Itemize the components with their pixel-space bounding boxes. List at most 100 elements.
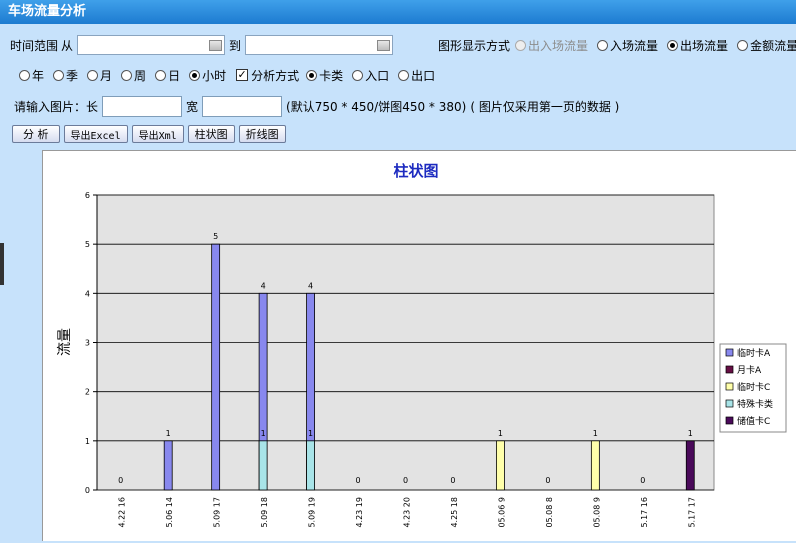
export-xml-button[interactable]: 导出Xml [131,125,184,143]
image-width-input[interactable] [202,95,283,117]
bar [163,440,173,491]
x-tick-label: 5.09 19 [308,497,317,528]
x-tick-label: 5.17 17 [687,497,696,528]
time-range-label: 时间范围 [10,38,59,53]
legend-swatch [725,416,734,425]
end-date-input[interactable] [245,35,394,55]
image-length-input[interactable] [102,95,183,117]
y-tick-label: 4 [85,289,90,298]
y-tick-label: 0 [85,486,90,495]
period-radio-0[interactable] [19,69,30,81]
x-tick-label: 4.23 19 [355,497,364,528]
data-label: 4 [261,281,266,290]
chart-title: 柱状图 [393,162,438,180]
x-tick-label: 05.08 9 [592,497,601,528]
image-width-label: 宽 [186,99,199,114]
period-label-0: 年 [32,68,45,83]
bar [496,440,505,491]
side-handle[interactable] [0,243,4,285]
data-label: 0 [450,476,455,485]
analysis-label: 分析方式 [251,68,300,83]
analysis-mode-radio-2[interactable] [398,69,410,81]
display-mode-radio-3[interactable] [737,39,749,51]
legend-swatch [725,399,734,408]
y-tick-label: 2 [85,388,90,397]
chart-panel: 柱状图 0 1 2 3 4 5 6 流量 4.22 16 5.06 14 5.09 17 5.09 18… [42,150,796,541]
data-label: 1 [308,429,313,438]
image-length-label: 请输入图片：长 [14,99,99,114]
period-radio-5[interactable] [189,69,201,81]
y-tick-label: 3 [85,339,90,348]
period-label-2: 月 [100,68,113,83]
analysis-mode-label-2: 出口 [411,68,436,83]
bar [306,440,315,491]
x-tick-label: 5.09 17 [213,497,222,528]
period-radio-1[interactable] [53,69,65,81]
display-mode-radio-1[interactable] [597,39,609,51]
legend-label: 特殊卡类 [737,398,773,410]
legend-label: 临时卡A [737,347,771,359]
calendar-icon[interactable] [377,39,391,51]
period-options: 年 季 月 周 日 小时 [16,67,232,84]
legend-swatch [725,382,734,391]
period-label-5: 小时 [202,68,227,83]
display-mode-label-3: 金额流量 [750,38,796,53]
x-tick-label: 5.17 16 [640,497,649,528]
y-tick-label: 5 [85,240,90,249]
legend-label: 临时卡C [737,381,770,393]
x-tick-label: 4.23 20 [403,497,412,528]
bar-chart: 柱状图 0 1 2 3 4 5 6 流量 4.22 16 5.06 14 5.09 17 5.09 18… [57,162,787,528]
analysis-mode-options: 卡类 入口 出口 [303,67,441,84]
analyze-button[interactable]: 分 析 [12,125,60,143]
period-radio-4[interactable] [155,69,167,81]
analysis-mode-label-1: 入口 [365,68,390,83]
data-label: 1 [593,429,598,438]
x-tick-label: 05.06 9 [497,497,506,528]
legend-swatch [725,348,734,357]
bar-chart-button[interactable]: 柱状图 [187,125,235,143]
period-label-1: 季 [66,68,79,83]
display-mode-options: 出入场流量 入场流量 出场流量 金额流量 [512,37,796,54]
display-mode-label-2: 出场流量 [680,38,729,53]
analysis-checkbox[interactable]: ✓ [236,69,249,81]
legend-label: 储值卡C [737,415,770,427]
display-mode-row: 图形显示方式 出入场流量 入场流量 出场流量 金额流量 [438,33,796,57]
period-label-4: 日 [168,68,181,83]
size-hint: (默认750 * 450/饼图450 * 380) [286,99,467,114]
analysis-mode-radio-0[interactable] [306,69,318,81]
data-label: 0 [403,476,408,485]
x-tick-label: 5.09 18 [260,497,269,528]
data-label: 0 [545,476,550,485]
start-date-input[interactable] [77,35,226,55]
data-label: 1 [166,429,171,438]
period-radio-3[interactable] [121,69,133,81]
x-tick-label: 5.06 14 [165,497,174,528]
line-chart-button[interactable]: 折线图 [238,125,286,143]
window-title-bar: 车场流量分析 [0,0,796,24]
from-label: 从 [61,38,74,53]
y-tick-label: 6 [85,191,90,200]
analysis-mode-label-0: 卡类 [319,68,344,83]
legend-label: 月卡A [737,364,762,376]
export-excel-button[interactable]: 导出Excel [63,125,128,143]
data-label: 0 [118,476,123,485]
display-mode-radio-0[interactable] [515,39,527,51]
page-title: 车场流量分析 [8,4,87,19]
period-row: 年 季 月 周 日 小时 ✓ 分析方式 卡类 入口 出口 [16,63,441,87]
to-label: 到 [229,38,242,53]
bar [211,243,221,491]
period-label-3: 周 [134,68,147,83]
first-page-note: ( 图片仅采用第一页的数据 ) [470,99,620,114]
display-mode-radio-2[interactable] [667,39,679,51]
data-label: 1 [688,429,693,438]
bar [685,440,695,491]
analysis-mode-radio-1[interactable] [352,69,364,81]
data-label: 0 [640,476,645,485]
time-range-row: 时间范围 从 到 [10,33,397,57]
calendar-icon[interactable] [209,39,223,51]
bar [590,440,600,491]
data-label: 0 [355,476,360,485]
legend-swatch [725,365,734,374]
period-radio-2[interactable] [87,69,99,81]
data-label: 1 [498,429,503,438]
